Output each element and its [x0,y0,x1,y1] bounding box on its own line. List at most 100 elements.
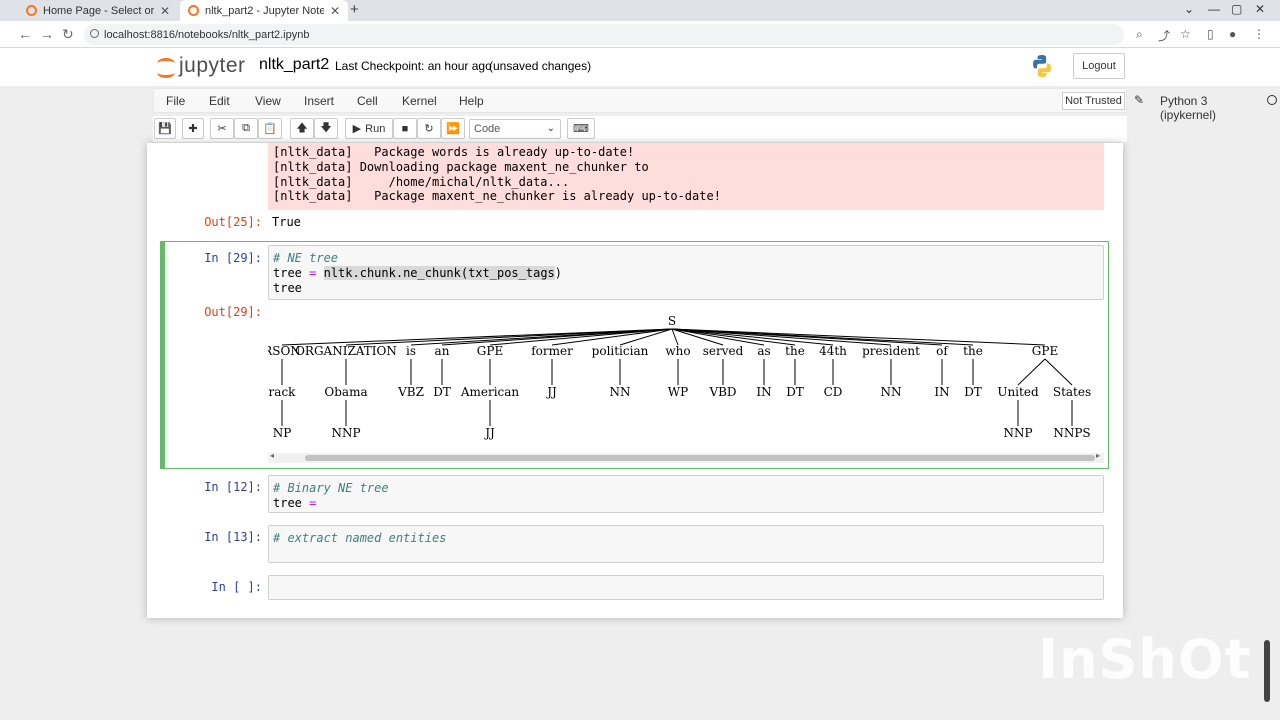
menu-kebab-icon[interactable]: ⋮ [1253,27,1265,41]
maximize-icon[interactable]: ▢ [1231,2,1242,16]
menu-file[interactable]: File [166,94,185,108]
horizontal-scrollbar[interactable]: ◂ ▸ [268,451,1104,463]
save-button[interactable]: 💾 [154,118,176,139]
tree-tag-label: WP [668,385,688,399]
paste-button[interactable]: 📋 [258,118,282,139]
browser-tab-bar: Home Page - Select or cre ✕ nltk_part2 -… [0,0,1280,21]
tree-edge [345,328,673,346]
keyboard-icon: ⌨ [573,123,589,135]
checkpoint-status: Last Checkpoint: an hour ago [335,59,492,73]
close-icon[interactable]: ✕ [160,4,170,18]
site-info-icon[interactable] [90,29,99,38]
new-tab-icon[interactable]: + [350,1,359,18]
tree-word-label: United [997,385,1039,399]
close-icon[interactable]: ✕ [330,4,340,18]
scroll-left-icon[interactable]: ◂ [270,451,274,460]
tree-tag-label: NNP [331,426,360,440]
tree-tag-label: NP [273,426,292,440]
copy-button[interactable]: ⧉ [234,118,258,139]
jupyter-logo-text: jupyter [179,54,246,77]
bookmark-star-icon[interactable]: ☆ [1180,27,1191,41]
scroll-thumb[interactable] [305,455,1095,461]
tree-tag-label: JJ [483,426,495,440]
menu-kernel[interactable]: Kernel [402,94,437,108]
jupyter-header: jupyter nltk_part2 Last Checkpoint: an h… [0,48,1280,86]
menu-insert[interactable]: Insert [304,94,334,108]
address-bar-row: ← → ↻ localhost:8816/notebooks/nltk_part… [0,21,1280,48]
run-label: Run [365,122,386,135]
python-logo-icon [1033,55,1051,77]
tree-node-label: 44th [819,344,847,358]
play-icon: ▶ [352,123,362,135]
logout-button[interactable]: Logout [1073,53,1125,79]
scissors-icon: ✂ [217,123,227,135]
in-prompt-empty: In [ ]: [211,580,262,594]
pencil-icon[interactable]: ✎ [1134,93,1144,107]
save-icon: 💾 [158,123,172,135]
menu-bar: File Edit View Insert Cell Kernel Help N… [153,88,1277,122]
interrupt-button[interactable]: ■ [393,118,417,139]
jupyter-logo[interactable]: jupyter [156,54,246,78]
code-selection: nltk.chunk.ne_chunk(txt_pos_tags [323,266,555,280]
scroll-right-icon[interactable]: ▸ [1096,451,1100,460]
code-editor-29[interactable]: # NE tree tree = nltk.chunk.ne_chunk(txt… [268,245,1104,300]
tab-title: nltk_part2 - Jupyter Note [205,4,324,17]
sidebar-icon[interactable]: ▯ [1207,27,1214,41]
code-comment: # NE tree [273,251,339,265]
cut-button[interactable]: ✂ [210,118,234,139]
reload-icon[interactable]: ↻ [62,26,74,43]
tree-edge [671,328,679,346]
menu-cell[interactable]: Cell [357,94,378,108]
share-icon[interactable]: ⤴ [1158,27,1170,44]
browser-tab-notebook[interactable]: nltk_part2 - Jupyter Note ✕ [180,0,348,21]
menu-view[interactable]: View [255,94,281,108]
command-palette-button[interactable]: ⌨ [567,118,595,139]
in-prompt-12: In [12]: [204,480,262,494]
menu-edit[interactable]: Edit [209,94,230,108]
in-prompt-29: In [29]: [204,251,262,265]
stderr-line: [nltk_data] Package maxent_ne_chunker is… [273,189,721,204]
insert-cell-button[interactable]: ✚ [182,118,204,139]
tree-node-label: GPE [477,344,503,358]
back-arrow-icon[interactable]: ← [18,26,32,42]
jupyter-favicon-icon [188,5,199,16]
move-down-button[interactable]: 🡇 [314,118,338,139]
arrow-down-icon: 🡇 [320,122,332,134]
notebook-name[interactable]: nltk_part2 [259,56,329,74]
minimize-icon[interactable]: — [1208,2,1220,16]
trust-button[interactable]: Not Trusted [1062,92,1125,110]
code-paren: ) [554,266,563,280]
page-scrollbar[interactable] [1264,640,1270,702]
restart-button[interactable]: ↻ [417,118,441,139]
code-comment: # extract named entities [273,531,447,545]
tree-tag-label: NNPS [1053,426,1090,440]
stderr-output: [nltk_data] Package words is already up-… [268,143,1104,210]
profile-icon[interactable]: ● [1229,27,1236,41]
forward-arrow-icon[interactable]: → [40,26,54,42]
tree-root-label: S [668,314,676,328]
browser-tab-home[interactable]: Home Page - Select or cre ✕ [18,0,178,21]
tree-word-label: States [1053,385,1091,399]
tree-tag-label: CD [824,385,843,399]
window-close-icon[interactable]: ✕ [1255,2,1265,16]
ne-tree-output[interactable]: SRSONrackNPORGANIZATIONObamaNNPisVBZanDT… [268,309,1104,467]
code-editor-13[interactable]: # extract named entities [268,525,1104,563]
unsaved-status: (unsaved changes) [489,59,592,73]
zoom-icon[interactable]: ⌕ [1136,27,1143,42]
restart-run-all-button[interactable]: ⏩ [441,118,465,139]
url-field[interactable]: localhost:8816/notebooks/nltk_part2.ipyn… [84,24,1124,45]
stop-icon: ■ [401,122,409,135]
code-editor-empty[interactable] [268,575,1104,600]
move-up-button[interactable]: 🡅 [290,118,314,139]
cell-type-select[interactable]: Code ⌄ [469,119,561,139]
run-button[interactable]: ▶ Run [345,118,393,139]
kernel-status-icon [1267,95,1277,105]
tab-search-icon[interactable]: ⌄ [1184,2,1194,16]
menu-help[interactable]: Help [459,94,484,108]
code-line: tree = nltk.chunk.ne_chunk(txt_pos_tags) [273,266,562,280]
code-var: tree [273,496,310,510]
tree-node-label: of [936,344,949,358]
paste-icon: 📋 [263,123,277,135]
code-editor-12[interactable]: # Binary NE tree tree = [268,475,1104,513]
code-line: tree = [273,496,316,510]
